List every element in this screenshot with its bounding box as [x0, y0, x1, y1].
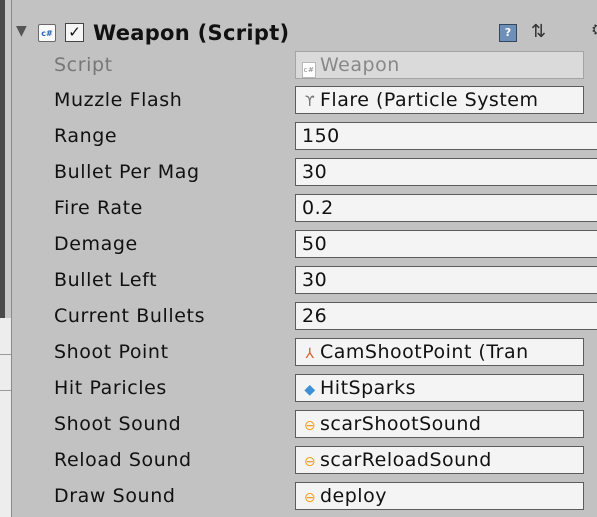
- field-label: Current Bullets: [54, 305, 206, 327]
- field-value: deploy: [320, 485, 387, 507]
- field-row-shoot-sound: Shoot Sound ⊖scarShootSound ⊙: [12, 407, 597, 442]
- scroll-edge: [0, 0, 5, 318]
- hit-paricles-object-field[interactable]: ◆ HitSparks: [295, 374, 584, 402]
- field-row-demage: Demage 50: [12, 227, 597, 262]
- field-label: Range: [54, 125, 118, 147]
- field-row-hit-paricles: Hit Paricles ◆HitSparks ⊙: [12, 371, 597, 406]
- range-input[interactable]: 150: [295, 122, 597, 150]
- current-bullets-input[interactable]: 26: [295, 302, 597, 330]
- field-value: Flare (Particle System: [320, 89, 539, 111]
- draw-sound-object-field[interactable]: ⊖ deploy: [295, 482, 584, 510]
- list-edge: [0, 318, 11, 517]
- reload-sound-object-field[interactable]: ⊖ scarReloadSound: [295, 446, 584, 474]
- hierarchy-edge: [0, 0, 11, 517]
- audio-clip-icon: ⊖: [303, 454, 317, 470]
- field-label: Hit Paricles: [54, 377, 167, 399]
- field-label: Draw Sound: [54, 485, 176, 507]
- divider: [0, 354, 11, 355]
- field-row-muzzle-flash: Muzzle Flash ϒFlare (Particle System ⊙: [12, 83, 597, 118]
- field-label: Reload Sound: [54, 449, 192, 471]
- audio-clip-icon: ⊖: [303, 490, 317, 506]
- foldout-triangle-icon[interactable]: ▼: [16, 23, 27, 39]
- field-value: Weapon: [320, 54, 400, 76]
- field-label: Muzzle Flash: [54, 89, 183, 111]
- bullet-left-input[interactable]: 30: [295, 266, 597, 294]
- field-label: Demage: [54, 233, 138, 255]
- fire-rate-input[interactable]: 0.2: [295, 194, 597, 222]
- field-row-fire-rate: Fire Rate 0.2: [12, 191, 597, 226]
- demage-input[interactable]: 50: [295, 230, 597, 258]
- csharp-script-icon: c#: [38, 24, 56, 42]
- preset-sliders-icon[interactable]: ⇅: [531, 21, 546, 42]
- field-row-current-bullets: Current Bullets 26: [12, 299, 597, 334]
- field-row-draw-sound: Draw Sound ⊖deploy ⊙: [12, 479, 597, 514]
- component-title[interactable]: Weapon (Script): [93, 21, 289, 45]
- prefab-icon: ◆: [304, 382, 316, 398]
- field-label: Shoot Sound: [54, 413, 182, 435]
- component-header[interactable]: ▼ c# ✓ Weapon (Script) ? ⇅ ⚙: [12, 14, 597, 52]
- field-label: Shoot Point: [54, 341, 169, 363]
- field-row-reload-sound: Reload Sound ⊖scarReloadSound ⊙: [12, 443, 597, 478]
- field-label: Fire Rate: [54, 197, 143, 219]
- field-row-bullet-per-mag: Bullet Per Mag 30: [12, 155, 597, 190]
- divider: [0, 390, 11, 391]
- field-label: Bullet Left: [54, 269, 158, 291]
- field-value: scarReloadSound: [320, 449, 492, 471]
- field-row-script: Script c#Weapon ⊙: [12, 48, 597, 83]
- bullet-per-mag-input[interactable]: 30: [295, 158, 597, 186]
- field-row-bullet-left: Bullet Left 30: [12, 263, 597, 298]
- field-value: HitSparks: [320, 377, 416, 399]
- transform-icon: ⅄: [305, 346, 315, 362]
- gear-icon[interactable]: ⚙: [591, 20, 597, 39]
- help-book-icon[interactable]: ?: [499, 24, 517, 42]
- field-value: scarShootSound: [320, 413, 482, 435]
- component-enabled-checkbox[interactable]: ✓: [65, 23, 84, 42]
- script-file-icon: c#: [302, 62, 316, 78]
- field-label: Script: [54, 54, 113, 76]
- shoot-point-object-field[interactable]: ⅄ CamShootPoint (Tran: [295, 338, 584, 366]
- field-row-shoot-point: Shoot Point ⅄CamShootPoint (Tran ⊙: [12, 335, 597, 370]
- muzzle-flash-object-field[interactable]: ϒ Flare (Particle System: [295, 86, 584, 114]
- field-value: CamShootPoint (Tran: [320, 341, 529, 363]
- field-row-range: Range 150: [12, 119, 597, 154]
- particle-system-icon: ϒ: [304, 94, 316, 110]
- audio-clip-icon: ⊖: [303, 418, 317, 434]
- shoot-sound-object-field[interactable]: ⊖ scarShootSound: [295, 410, 584, 438]
- script-object-field: c# Weapon: [295, 51, 584, 79]
- field-label: Bullet Per Mag: [54, 161, 200, 183]
